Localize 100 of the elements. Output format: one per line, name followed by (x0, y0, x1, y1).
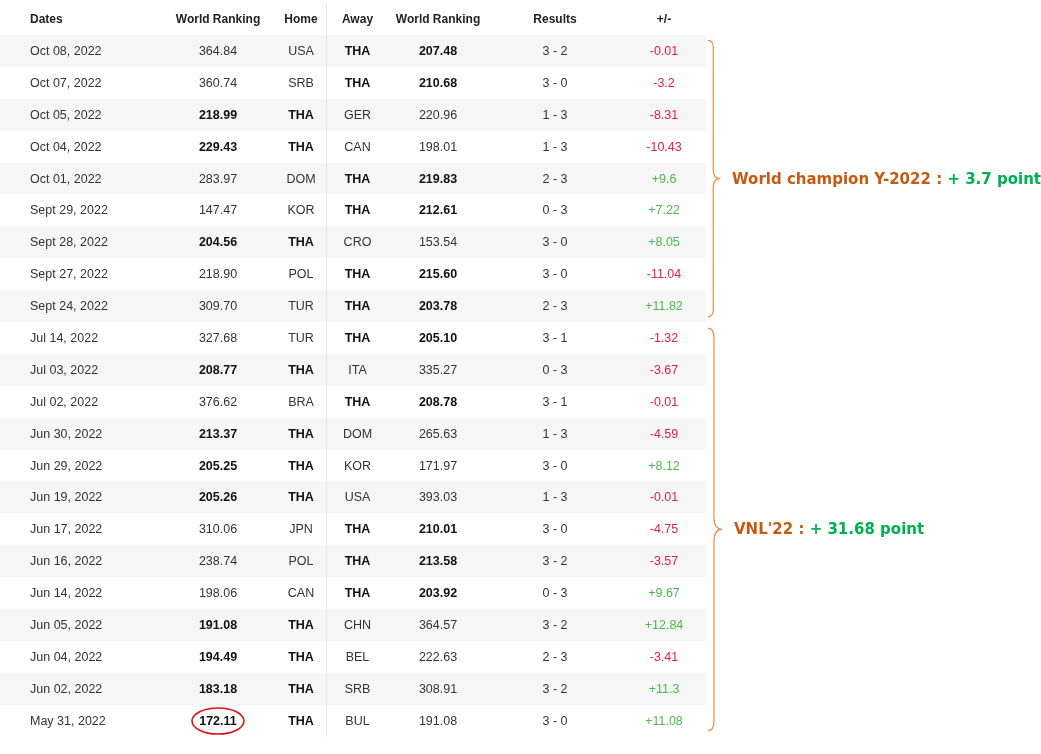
change-cell-text: -10.43 (645, 138, 683, 156)
ranking-cell-text: 183.18 (197, 680, 239, 698)
change-cell-text: -0.01 (648, 393, 680, 411)
date-cell-text: Jun 19, 2022 (29, 489, 104, 507)
date-cell-text: Oct 08, 2022 (29, 42, 103, 60)
team-cell-text: THA (287, 616, 315, 634)
result-cell-text: 2 - 3 (541, 648, 569, 666)
result-cell-text: 1 - 3 (541, 425, 569, 443)
change-cell-text: -11.04 (645, 266, 683, 284)
ranking-cell-text: 212.61 (417, 202, 459, 220)
date-cell-text: Jun 14, 2022 (29, 585, 104, 603)
result-cell-text: 3 - 2 (541, 680, 569, 698)
ranking-cell-text: 207.48 (417, 42, 459, 60)
change-cell-text: +11.82 (644, 298, 684, 316)
ranking-cell-text: 218.90 (197, 266, 239, 284)
change-cell-text: +8.12 (647, 457, 681, 475)
date-cell-text: Jul 14, 2022 (29, 329, 100, 347)
ranking-cell-text: 376.62 (197, 393, 239, 411)
date-cell-text: Oct 05, 2022 (29, 106, 103, 124)
team-cell: CAN (326, 130, 388, 163)
ranking-cell-text: 220.96 (417, 106, 459, 124)
team-cell: THA (326, 385, 388, 418)
change-cell-text: +12.84 (643, 616, 685, 634)
ranking-cell-text: 191.08 (417, 712, 459, 730)
team-cell-text: THA (287, 106, 315, 124)
change-cell-text: -4.59 (648, 425, 680, 443)
team-cell: BEL (326, 640, 388, 673)
ranking-cell-text: 308.91 (417, 680, 459, 698)
team-cell-text: JPN (288, 521, 314, 539)
ranking-cell-text: 204.56 (197, 234, 239, 252)
date-cell-text: Jun 29, 2022 (29, 457, 104, 475)
team-cell: SRB (326, 672, 388, 705)
change-cell-text: -8.31 (648, 106, 680, 124)
ranking-cell-text: 364.84 (197, 42, 239, 60)
team-cell-text: SRB (287, 74, 315, 92)
team-cell-text: USA (287, 42, 315, 60)
change-cell-text: -3.57 (648, 553, 680, 571)
result-cell-text: 3 - 1 (541, 393, 569, 411)
ranking-cell-text: 198.06 (197, 585, 239, 603)
result-cell-text: 1 - 3 (541, 489, 569, 507)
team-cell-text: THA (287, 680, 315, 698)
ranking-cell-text: 222.63 (417, 648, 459, 666)
result-cell-text: 3 - 0 (541, 521, 569, 539)
ranking-cell-text: 198.01 (417, 138, 459, 156)
team-cell-text: DOM (285, 170, 317, 188)
ranking-cell-text: 147.47 (197, 202, 239, 220)
team-cell: THA (326, 35, 388, 67)
result-cell-text: 3 - 0 (541, 234, 569, 252)
team-cell-text: TUR (287, 329, 315, 347)
change-cell-text: -3.41 (648, 648, 680, 666)
ranking-cell-text: 310.06 (197, 521, 239, 539)
column-header: World Ranking (174, 12, 262, 26)
result-cell-text: 2 - 3 (541, 170, 569, 188)
team-cell: USA (326, 481, 388, 514)
team-cell: THA (326, 162, 388, 195)
team-cell: THA (326, 322, 388, 354)
change-cell-text: -0.01 (648, 489, 680, 507)
change-cell-text: +8.05 (647, 234, 681, 252)
date-cell-text: Sept 24, 2022 (29, 298, 109, 316)
date-cell-text: Oct 04, 2022 (29, 138, 103, 156)
result-cell-text: 3 - 0 (541, 74, 569, 92)
date-cell-text: Oct 07, 2022 (29, 74, 103, 92)
team-cell: CRO (326, 226, 388, 259)
date-cell-text: Jun 30, 2022 (29, 425, 104, 443)
ranking-cell: 172.11 (160, 704, 276, 737)
result-cell-text: 0 - 3 (541, 361, 569, 379)
team-cell-text: THA (287, 648, 315, 666)
ranking-cell-text: 327.68 (197, 329, 239, 347)
team-cell: CHN (326, 609, 388, 641)
annotation-label: World champion Y-2022 : + 3.7 point (732, 169, 1041, 188)
ranking-cell-text: 205.25 (197, 457, 239, 475)
change-cell-text: +9.6 (650, 170, 678, 188)
date-cell-text: Jun 02, 2022 (29, 680, 104, 698)
column-header: +/- (655, 12, 673, 26)
result-cell-text: 3 - 0 (541, 712, 569, 730)
date-cell-text: Jun 16, 2022 (29, 553, 104, 571)
column-header: Home (283, 12, 319, 26)
ranking-cell-text: 238.74 (197, 553, 239, 571)
team-cell-text: THA (287, 234, 315, 252)
date-cell-text: Sept 27, 2022 (29, 266, 109, 284)
change-cell-text: +11.3 (647, 680, 681, 698)
annotation-label: VNL'22 : + 31.68 point (734, 520, 925, 539)
change-cell-text: -1.32 (648, 329, 680, 347)
result-cell-text: 3 - 1 (541, 329, 569, 347)
ranking-cell-text: 215.60 (417, 266, 459, 284)
ranking-cell-text: 229.43 (197, 138, 239, 156)
team-cell-text: POL (287, 553, 315, 571)
ranking-cell-text: 393.03 (417, 489, 459, 507)
result-cell-text: 2 - 3 (541, 298, 569, 316)
team-cell: THA (326, 545, 388, 578)
date-cell-text: Sept 28, 2022 (29, 234, 109, 252)
team-cell-text: POL (287, 266, 315, 284)
team-cell: THA (326, 66, 388, 99)
date-cell-text: Jul 03, 2022 (29, 361, 100, 379)
ranking-cell-text: 208.77 (197, 361, 239, 379)
ranking-cell-text: 191.08 (197, 616, 239, 634)
ranking-cell-text: 219.83 (417, 170, 459, 188)
team-cell: GER (326, 98, 388, 131)
team-cell: THA (326, 290, 388, 322)
ranking-cell-text: 203.92 (417, 585, 459, 603)
